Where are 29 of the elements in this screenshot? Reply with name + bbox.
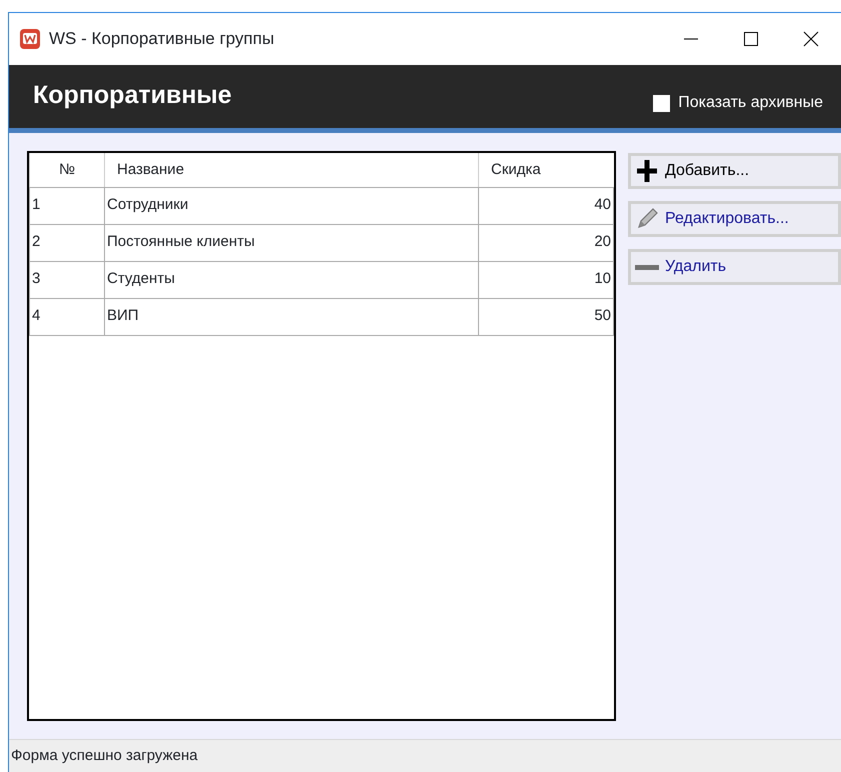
table-cell: 2: [30, 224, 104, 261]
plus-icon: [635, 159, 659, 183]
table-cell: 50: [478, 298, 614, 335]
table-cell: 10: [478, 261, 614, 298]
table-cell: 20: [478, 224, 614, 261]
column-header[interactable]: Скидка: [478, 153, 614, 187]
table-cell: 3: [30, 261, 104, 298]
minus-icon: [635, 264, 659, 270]
maximize-icon[interactable]: [742, 30, 760, 48]
column-header[interactable]: №: [30, 153, 104, 187]
checkbox-label[interactable]: Показать архивные: [678, 91, 823, 115]
close-icon[interactable]: [802, 30, 820, 48]
status-text: Форма успешно загружена: [9, 739, 841, 772]
column-header[interactable]: Название: [104, 153, 478, 187]
table-cell: ВИП: [104, 298, 478, 335]
table-cell: Сотрудники: [104, 187, 478, 224]
table-cell: 1: [30, 187, 104, 224]
app-icon: [19, 28, 41, 50]
delete-button[interactable]: Удалить: [628, 249, 841, 285]
window-title: WS - Корпоративные группы: [49, 28, 274, 50]
pencil-icon: [635, 207, 659, 231]
table-cell: Студенты: [104, 261, 478, 298]
archive-checkbox[interactable]: [653, 94, 670, 112]
table-cell: Постоянные клиенты: [104, 224, 478, 261]
add-button[interactable]: Добавить...: [628, 153, 841, 189]
table-cell: 4: [30, 298, 104, 335]
edit-button[interactable]: Редактировать...: [628, 201, 841, 237]
table-cell: 40: [478, 187, 614, 224]
page-heading: Корпоративные: [33, 80, 232, 111]
